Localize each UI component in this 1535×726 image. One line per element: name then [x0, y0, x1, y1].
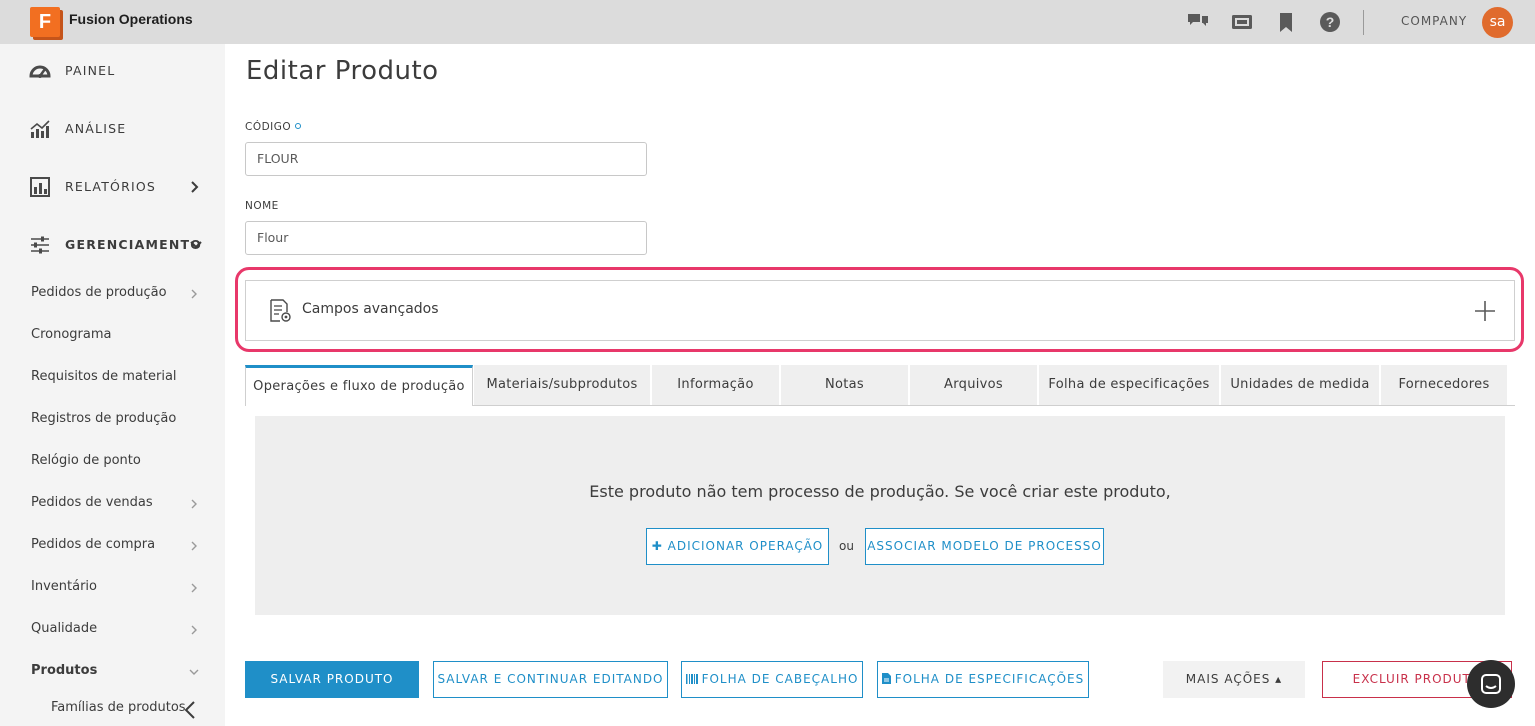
- name-label: NOME: [245, 200, 279, 212]
- code-input[interactable]: FLOUR: [245, 142, 647, 176]
- sidebar-item-label: Pedidos de vendas: [31, 495, 153, 510]
- help-icon[interactable]: ?: [1319, 11, 1341, 33]
- app-title[interactable]: Fusion Operations: [69, 11, 193, 27]
- sidebar-item-label: Pedidos de compra: [31, 537, 156, 552]
- tab-notas[interactable]: Notas: [781, 365, 910, 405]
- tab-folha-especificacoes[interactable]: Folha de especificações: [1039, 365, 1221, 405]
- empty-state-panel: Este produto não tem processo de produçã…: [255, 416, 1505, 615]
- page-title: Editar Produto: [246, 56, 439, 86]
- dashboard-icon: [29, 65, 51, 78]
- sidebar-item-label: RELATÓRIOS: [65, 179, 157, 194]
- sidebar-item-relogio-ponto[interactable]: Relógio de ponto: [0, 447, 225, 477]
- sidebar-item-produtos[interactable]: Produtos: [0, 657, 225, 687]
- sidebar-item-analise[interactable]: ANÁLISE: [0, 109, 225, 149]
- sidebar-item-pedidos-compra[interactable]: Pedidos de compra: [0, 531, 225, 561]
- sidebar-item-label: Qualidade: [31, 621, 98, 636]
- tab-materiais[interactable]: Materiais/subprodutos: [474, 365, 652, 405]
- sidebar-item-label: Inventário: [31, 579, 97, 594]
- save-continue-button[interactable]: SALVAR E CONTINUAR EDITANDO: [433, 661, 668, 698]
- spec-sheet-label: FOLHA DE ESPECIFICAÇÕES: [894, 672, 1085, 686]
- chevron-right-icon: [191, 181, 199, 193]
- spec-sheet-button[interactable]: FOLHA DE ESPECIFICAÇÕES: [877, 661, 1089, 698]
- topbar-divider: [1363, 10, 1364, 35]
- chevron-right-icon: [191, 289, 197, 299]
- name-input[interactable]: Flour: [245, 221, 647, 255]
- support-chat-button[interactable]: [1467, 660, 1515, 708]
- sidebar-item-label: GERENCIAMENTO: [65, 237, 203, 252]
- empty-state-message: Este produto não tem processo de produçã…: [589, 482, 1171, 501]
- collapse-sidebar-icon[interactable]: [182, 700, 198, 720]
- sidebar-item-label: Requisitos de material: [31, 369, 177, 384]
- company-name[interactable]: COMPANY: [1401, 14, 1467, 28]
- tab-operacoes[interactable]: Operações e fluxo de produção: [245, 365, 473, 406]
- chevron-right-icon: [191, 499, 197, 509]
- header-sheet-button[interactable]: FOLHA DE CABEÇALHO: [681, 661, 863, 698]
- code-label: CÓDIGO: [245, 121, 302, 133]
- sidebar-item-label: Famílias de produtos: [51, 700, 186, 715]
- sidebar-item-inventario[interactable]: Inventário: [0, 573, 225, 603]
- sidebar: PAINEL ANÁLISE RELATÓRIOS GERENCIAMENTO …: [0, 44, 225, 726]
- file-icon: [881, 673, 891, 684]
- user-avatar[interactable]: sa: [1482, 7, 1513, 38]
- sidebar-item-pedidos-producao[interactable]: Pedidos de produção: [0, 279, 225, 309]
- save-product-button[interactable]: SALVAR PRODUTO: [245, 661, 419, 698]
- tab-arquivos[interactable]: Arquivos: [910, 365, 1039, 405]
- required-indicator: [295, 123, 302, 129]
- chat-icon[interactable]: [1187, 11, 1209, 33]
- add-operation-button[interactable]: ✚ ADICIONAR OPERAÇÃO: [646, 528, 829, 565]
- sidebar-item-pedidos-vendas[interactable]: Pedidos de vendas: [0, 489, 225, 519]
- sidebar-item-painel[interactable]: PAINEL: [0, 51, 225, 91]
- sidebar-item-label: Registros de produção: [31, 411, 177, 426]
- tab-fornecedores[interactable]: Fornecedores: [1381, 365, 1509, 405]
- sidebar-item-registros-producao[interactable]: Registros de produção: [0, 405, 225, 435]
- sidebar-item-relatorios[interactable]: RELATÓRIOS: [0, 167, 225, 207]
- sidebar-item-label: PAINEL: [65, 63, 116, 78]
- header-sheet-label: FOLHA DE CABEÇALHO: [701, 672, 859, 686]
- sidebar-item-gerenciamento[interactable]: GERENCIAMENTO: [0, 225, 225, 265]
- product-tabs: Operações e fluxo de produção Materiais/…: [245, 365, 1515, 406]
- top-bar: F Fusion Operations ? COMPANY sa: [0, 0, 1535, 44]
- associate-process-template-button[interactable]: ASSOCIAR MODELO DE PROCESSO: [865, 528, 1104, 565]
- analytics-icon: [30, 120, 50, 138]
- sliders-icon: [31, 236, 49, 254]
- chevron-right-icon: [191, 625, 197, 635]
- chevron-right-icon: [191, 541, 197, 551]
- more-actions-button[interactable]: MAIS AÇÕES ▴: [1163, 661, 1305, 698]
- tab-unidades-medida[interactable]: Unidades de medida: [1221, 365, 1381, 405]
- sidebar-item-label: Pedidos de produção: [31, 285, 167, 300]
- reports-icon: [30, 177, 50, 197]
- tab-informacao[interactable]: Informação: [652, 365, 781, 405]
- chat-bubble-icon: [1481, 674, 1501, 694]
- sidebar-item-cronograma[interactable]: Cronograma: [0, 321, 225, 351]
- app-logo[interactable]: F: [30, 7, 60, 37]
- highlight-annotation: [235, 267, 1524, 352]
- barcode-icon: [685, 674, 698, 684]
- kiosk-icon[interactable]: [1231, 11, 1253, 33]
- chevron-down-icon: [189, 669, 199, 675]
- sidebar-item-qualidade[interactable]: Qualidade: [0, 615, 225, 645]
- sidebar-item-label: Produtos: [31, 663, 98, 678]
- sidebar-item-label: Relógio de ponto: [31, 453, 141, 468]
- sidebar-item-requisitos-material[interactable]: Requisitos de material: [0, 363, 225, 393]
- sidebar-item-label: ANÁLISE: [65, 121, 127, 136]
- bookmark-icon[interactable]: [1275, 11, 1297, 33]
- or-text: ou: [839, 539, 854, 553]
- chevron-down-icon: [190, 241, 202, 249]
- svg-text:?: ?: [1326, 14, 1335, 30]
- chevron-right-icon: [191, 583, 197, 593]
- sidebar-item-label: Cronograma: [31, 327, 112, 342]
